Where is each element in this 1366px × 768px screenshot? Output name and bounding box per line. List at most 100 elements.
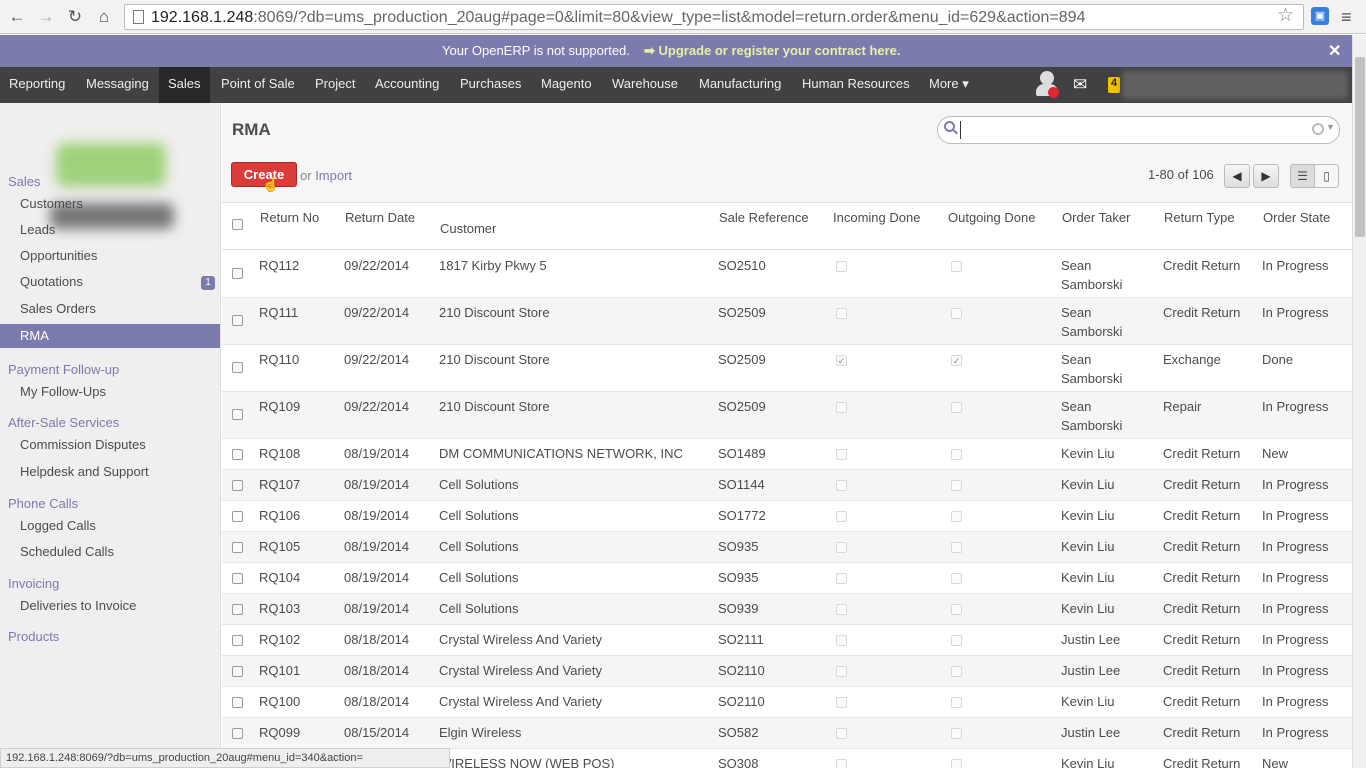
column-header-order-taker[interactable]: Order Taker: [1062, 210, 1130, 225]
bookmark-star-icon[interactable]: ☆: [1277, 4, 1294, 27]
cell-taker: Kevin Liu: [1061, 570, 1115, 585]
page-icon: [133, 10, 144, 24]
cell-state: In Progress: [1262, 258, 1329, 273]
menu-purchases[interactable]: Purchases: [451, 67, 530, 103]
row-checkbox[interactable]: [232, 315, 243, 326]
sidebar-item-sales-orders[interactable]: Sales Orders: [20, 301, 96, 316]
row-checkbox[interactable]: [232, 480, 243, 491]
table-row[interactable]: RQ106 08/19/2014 Cell Solutions SO1772 Kevin…: [222, 501, 1352, 532]
column-header-return-no[interactable]: Return No: [260, 210, 319, 225]
menu-messaging[interactable]: Messaging: [77, 67, 158, 103]
select-all-checkbox[interactable]: [232, 219, 243, 230]
back-icon[interactable]: ←: [6, 6, 28, 28]
sidebar-item-rma[interactable]: RMA: [0, 324, 220, 348]
menu-sales[interactable]: Sales: [159, 67, 210, 103]
mail-icon[interactable]: ✉: [1073, 75, 1087, 95]
column-header-return-date[interactable]: Return Date: [345, 210, 415, 225]
sidebar-item-logged-calls[interactable]: Logged Calls: [20, 518, 96, 533]
table-row[interactable]: RQ109 09/22/2014 210 Discount Store SO2509 S…: [222, 392, 1352, 439]
table-row[interactable]: RQ100 08/18/2014 Crystal Wireless And Vari…: [222, 687, 1352, 718]
table-row[interactable]: RQ099 08/15/2014 Elgin Wireless SO582 Justin…: [222, 718, 1352, 749]
column-header-order-state[interactable]: Order State: [1263, 210, 1330, 225]
row-checkbox[interactable]: [232, 362, 243, 373]
menu-point-of-sale[interactable]: Point of Sale: [212, 67, 304, 103]
notification-icon[interactable]: 4: [1108, 77, 1120, 93]
sidebar-item-leads[interactable]: Leads: [20, 222, 55, 237]
column-header-incoming-done[interactable]: Incoming Done: [833, 210, 920, 225]
upgrade-link[interactable]: ➡ Upgrade or register your contract here…: [644, 43, 901, 59]
search-options-icon[interactable]: ▼: [1326, 122, 1335, 132]
sidebar-item-deliveries-to-invoice[interactable]: Deliveries to Invoice: [20, 598, 136, 613]
table-row[interactable]: RQ105 08/19/2014 Cell Solutions SO935 Kevin …: [222, 532, 1352, 563]
row-checkbox[interactable]: [232, 511, 243, 522]
outgoing-done-checkbox: [951, 573, 962, 584]
menu-magento[interactable]: Magento: [532, 67, 601, 103]
cell-customer: Cell Solutions: [439, 508, 519, 523]
sidebar-item-quotations[interactable]: Quotations: [20, 274, 83, 289]
column-header-customer[interactable]: Customer: [440, 221, 496, 236]
home-icon[interactable]: ⌂: [93, 6, 115, 28]
outgoing-done-checkbox: [951, 480, 962, 491]
previous-page-button[interactable]: ◀: [1224, 164, 1250, 188]
list-view-icon[interactable]: ☰: [1290, 164, 1315, 188]
next-page-button[interactable]: ▶: [1253, 164, 1279, 188]
sidebar-item-opportunities[interactable]: Opportunities: [20, 248, 97, 263]
table-row[interactable]: RQ104 08/19/2014 Cell Solutions SO935 Kevin …: [222, 563, 1352, 594]
table-row[interactable]: RQ110 09/22/2014 210 Discount Store SO2509 ✓…: [222, 345, 1352, 392]
sidebar-item-my-follow-ups[interactable]: My Follow-Ups: [20, 384, 106, 399]
form-view-icon[interactable]: ▯: [1314, 164, 1339, 188]
table-row[interactable]: RQ101 08/18/2014 Crystal Wireless And Vari…: [222, 656, 1352, 687]
row-checkbox[interactable]: [232, 728, 243, 739]
scrollbar-thumb[interactable]: [1355, 57, 1365, 237]
extension-icon[interactable]: ▣: [1311, 7, 1329, 25]
menu-warehouse[interactable]: Warehouse: [603, 67, 687, 103]
row-checkbox[interactable]: [232, 697, 243, 708]
column-header-outgoing-done[interactable]: Outgoing Done: [948, 210, 1035, 225]
main-content: RMA ▼ Create or Import 1-80 of 106 ◀ ▶ ☰…: [222, 103, 1352, 768]
table-row[interactable]: RQ111 09/22/2014 210 Discount Store SO2509 S…: [222, 298, 1352, 345]
pager-value[interactable]: 1-80 of 106: [1148, 167, 1214, 182]
menu-project[interactable]: Project: [306, 67, 364, 103]
import-link[interactable]: Import: [315, 168, 352, 183]
table-row[interactable]: RQ112 09/22/2014 1817 Kirby Pkwy 5 SO2510 Se…: [222, 251, 1352, 298]
row-checkbox[interactable]: [232, 573, 243, 584]
table-row[interactable]: RQ107 08/19/2014 Cell Solutions SO1144 Kevin…: [222, 470, 1352, 501]
table-header: Return No Return Date Customer Sale Referen…: [222, 203, 1352, 250]
menu-accounting[interactable]: Accounting: [366, 67, 448, 103]
menu-more[interactable]: More ▾: [920, 67, 978, 103]
row-checkbox[interactable]: [232, 635, 243, 646]
menu-manufacturing[interactable]: Manufacturing: [690, 67, 790, 103]
incoming-done-checkbox: ✓: [836, 355, 847, 366]
reload-icon[interactable]: ↻: [64, 6, 86, 28]
row-checkbox[interactable]: [232, 409, 243, 420]
user-menu-blurred[interactable]: [1122, 71, 1348, 99]
table-row[interactable]: RQ102 08/18/2014 Crystal Wireless And Vari…: [222, 625, 1352, 656]
row-checkbox[interactable]: [232, 542, 243, 553]
sidebar-item-scheduled-calls[interactable]: Scheduled Calls: [20, 544, 114, 559]
row-checkbox[interactable]: [232, 449, 243, 460]
menu-reporting[interactable]: Reporting: [0, 67, 74, 103]
row-checkbox[interactable]: [232, 604, 243, 615]
page-scrollbar[interactable]: [1352, 35, 1366, 768]
sidebar-item-customers[interactable]: Customers: [20, 196, 83, 211]
search-box[interactable]: ▼: [937, 116, 1340, 144]
row-checkbox[interactable]: [232, 268, 243, 279]
column-header-sale-reference[interactable]: Sale Reference: [719, 210, 809, 225]
close-icon[interactable]: ✕: [1328, 41, 1341, 61]
outgoing-done-checkbox: [951, 728, 962, 739]
table-row[interactable]: RQ108 08/19/2014 DM COMMUNICATIONS NETWORK…: [222, 439, 1352, 470]
table-row[interactable]: RQ103 08/19/2014 Cell Solutions SO939 Kevin …: [222, 594, 1352, 625]
browser-menu-icon[interactable]: ≡: [1341, 7, 1352, 28]
address-bar[interactable]: 192.168.1.248:8069/?db=ums_production_20…: [124, 4, 1304, 30]
sidebar-section-after-sale-services: After-Sale Services: [8, 415, 120, 430]
forward-icon[interactable]: →: [35, 6, 57, 28]
row-checkbox[interactable]: [232, 666, 243, 677]
column-header-return-type[interactable]: Return Type: [1164, 210, 1235, 225]
sidebar-item-helpdesk-and-support[interactable]: Helpdesk and Support: [20, 464, 149, 479]
menu-human-resources[interactable]: Human Resources: [793, 67, 919, 103]
user-avatar-icon[interactable]: [1036, 71, 1059, 99]
sidebar-item-commission-disputes[interactable]: Commission Disputes: [20, 437, 146, 452]
search-input[interactable]: [960, 121, 1305, 139]
cell-no: RQ102: [259, 632, 301, 647]
clear-search-icon[interactable]: [1312, 123, 1324, 135]
